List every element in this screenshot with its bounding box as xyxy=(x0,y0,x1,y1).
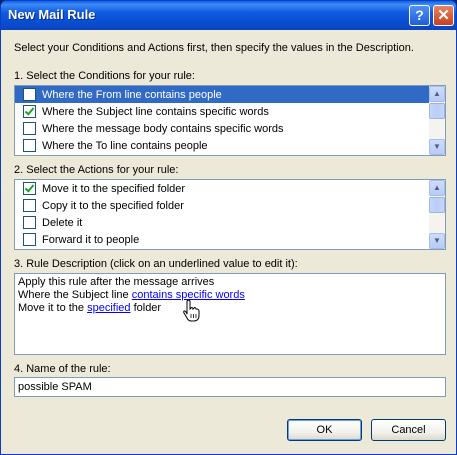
rule-name-label: 4. Name of the rule: xyxy=(14,363,111,375)
actions-checkbox[interactable] xyxy=(23,233,36,246)
actions-label: 2. Select the Actions for your rule: xyxy=(14,164,179,176)
description-line-3: Move it to the specified folder xyxy=(18,302,442,315)
actions-scrollbar[interactable]: ▲ ▼ xyxy=(429,180,445,249)
conditions-item[interactable]: Where the To line contains people xyxy=(15,137,429,154)
title-bar[interactable]: New Mail Rule ? ✕ xyxy=(1,1,456,30)
conditions-list[interactable]: Where the From line contains people Where… xyxy=(14,85,446,156)
chevron-up-icon[interactable]: ▲ xyxy=(429,180,445,196)
close-button[interactable]: ✕ xyxy=(433,5,454,26)
description-label: 3. Rule Description (click on an underli… xyxy=(14,258,298,270)
conditions-checkbox[interactable] xyxy=(23,139,36,152)
new-mail-rule-dialog: New Mail Rule ? ✕ Select your Conditions… xyxy=(0,0,457,455)
chevron-down-icon[interactable]: ▼ xyxy=(429,139,445,155)
description-line-3-text: Move it to the xyxy=(18,302,88,314)
intro-text: Select your Conditions and Actions first… xyxy=(14,42,414,54)
description-line-3-suffix: folder xyxy=(130,302,162,314)
conditions-item[interactable]: Where the From line contains people xyxy=(15,86,429,103)
actions-item[interactable]: Move it to the specified folder xyxy=(15,180,429,197)
chevron-down-icon[interactable]: ▼ xyxy=(429,233,445,249)
conditions-scrollbar[interactable]: ▲ ▼ xyxy=(429,86,445,155)
actions-item-label: Move it to the specified folder xyxy=(42,182,186,195)
actions-item-label: Copy it to the specified folder xyxy=(42,199,184,212)
conditions-item-label: Where the message body contains specific… xyxy=(42,122,284,135)
specified-folder-link[interactable]: specified xyxy=(87,302,130,314)
rule-name-input[interactable] xyxy=(14,377,446,397)
conditions-item[interactable]: Where the message body contains specific… xyxy=(15,120,429,137)
scroll-thumb[interactable] xyxy=(429,197,445,213)
conditions-item[interactable]: Where the Subject line contains specific… xyxy=(15,103,429,120)
description-line-2-text: Where the Subject line xyxy=(18,289,132,301)
conditions-item-label: Where the Subject line contains specific… xyxy=(42,105,269,118)
dialog-body: Select your Conditions and Actions first… xyxy=(4,30,453,451)
rule-description-box: Apply this rule after the message arrive… xyxy=(14,273,446,355)
actions-item-label: Forward it to people xyxy=(42,233,140,246)
conditions-checkbox[interactable] xyxy=(23,122,36,135)
actions-list[interactable]: Move it to the specified folder Copy it t… xyxy=(14,179,446,250)
conditions-item-label: Where the From line contains people xyxy=(42,88,222,101)
actions-item-label: Delete it xyxy=(42,216,83,229)
actions-item[interactable]: Copy it to the specified folder xyxy=(15,197,429,214)
help-button[interactable]: ? xyxy=(409,5,430,26)
actions-item[interactable]: Forward it to people xyxy=(15,231,429,248)
hand-pointer-icon xyxy=(183,300,200,322)
window-title: New Mail Rule xyxy=(8,7,96,22)
conditions-checkbox[interactable] xyxy=(23,88,36,101)
actions-checkbox[interactable] xyxy=(23,182,36,195)
description-line-1: Apply this rule after the message arrive… xyxy=(18,276,215,288)
chevron-up-icon[interactable]: ▲ xyxy=(429,86,445,102)
ok-button[interactable]: OK xyxy=(287,419,362,441)
cancel-button[interactable]: Cancel xyxy=(371,419,446,441)
actions-item[interactable]: Delete it xyxy=(15,214,429,231)
description-line-2: Where the Subject line contains specific… xyxy=(18,289,442,302)
scroll-thumb[interactable] xyxy=(429,103,445,119)
conditions-item-label: Where the To line contains people xyxy=(42,139,208,152)
actions-checkbox[interactable] xyxy=(23,216,36,229)
conditions-checkbox[interactable] xyxy=(23,105,36,118)
conditions-label: 1. Select the Conditions for your rule: xyxy=(14,70,195,82)
actions-checkbox[interactable] xyxy=(23,199,36,212)
